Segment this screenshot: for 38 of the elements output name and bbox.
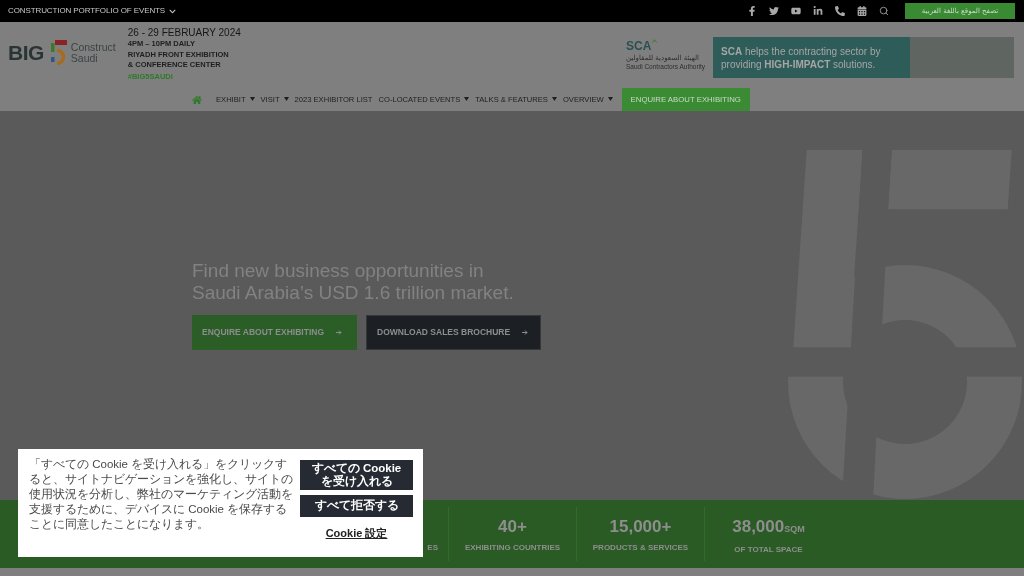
accept-cookies-button[interactable]: すべての Cookie を受け入れる <box>300 460 413 490</box>
logo-location: Saudi <box>70 52 99 64</box>
chevron-down-icon <box>169 7 177 15</box>
caret-icon <box>249 97 255 102</box>
logo-subtitle: Construct <box>70 41 116 53</box>
twitter-icon[interactable] <box>769 6 779 16</box>
cookie-settings-link[interactable]: Cookie 設定 <box>325 525 388 542</box>
linkedin-icon[interactable] <box>813 6 823 16</box>
five-logo-icon <box>49 40 68 65</box>
arrow-right-icon <box>336 330 342 335</box>
caret-icon <box>607 97 613 102</box>
stat-value: 38,000SQM <box>732 517 805 538</box>
ad-text: SCA helps the contracting sector by providing HIGH-IMPACT solutions. <box>720 44 882 71</box>
caret-icon <box>551 97 557 102</box>
youtube-icon[interactable] <box>791 6 801 16</box>
caret-icon <box>464 97 470 102</box>
search-icon[interactable] <box>879 6 889 16</box>
chevron-up-icon <box>652 39 658 43</box>
event-date: 26 - 29 FEBRUARY 2024 <box>127 27 241 39</box>
enquire-button[interactable]: ENQUIRE ABOUT EXHIBITING <box>192 315 357 350</box>
stat-label: ES <box>427 543 438 553</box>
portfolio-menu[interactable]: CONSTRUCTION PORTFOLIO OF EVENTS <box>8 5 177 17</box>
stat-label: OF TOTAL SPACE <box>734 545 803 555</box>
calendar-icon[interactable] <box>857 6 867 16</box>
cookie-text: 「すべての Cookie を受け入れる」をクリックすると、サイトナビゲーションを強化し、サイトの使用状況を分析し、弊社のマーケティング活動を支援するために、デバイスに Cookie を保存することに同意したことになります。 <box>29 457 294 533</box>
download-brochure-button[interactable]: DOWNLOAD SALES BROCHURE <box>366 315 541 350</box>
stat-label: PRODUCTS & SERVICES <box>592 543 689 553</box>
stat-label: EXHIBITING COUNTRIES <box>464 543 561 553</box>
partner-logo-text: SCA <box>626 40 652 52</box>
reject-cookies-button[interactable]: すべて拒否する <box>300 495 413 517</box>
caret-icon <box>283 97 289 102</box>
logo-wordmark: BIG <box>8 40 44 65</box>
stat-value: 15,000+ <box>609 517 672 537</box>
phone-icon[interactable] <box>835 6 845 16</box>
facebook-icon[interactable] <box>747 6 757 16</box>
arrow-right-icon <box>522 330 529 335</box>
stat-value: 40+ <box>498 517 527 537</box>
ad-banner[interactable]: SCA helps the contracting sector by providing HIGH-IMPACT solutions. <box>713 37 1014 78</box>
